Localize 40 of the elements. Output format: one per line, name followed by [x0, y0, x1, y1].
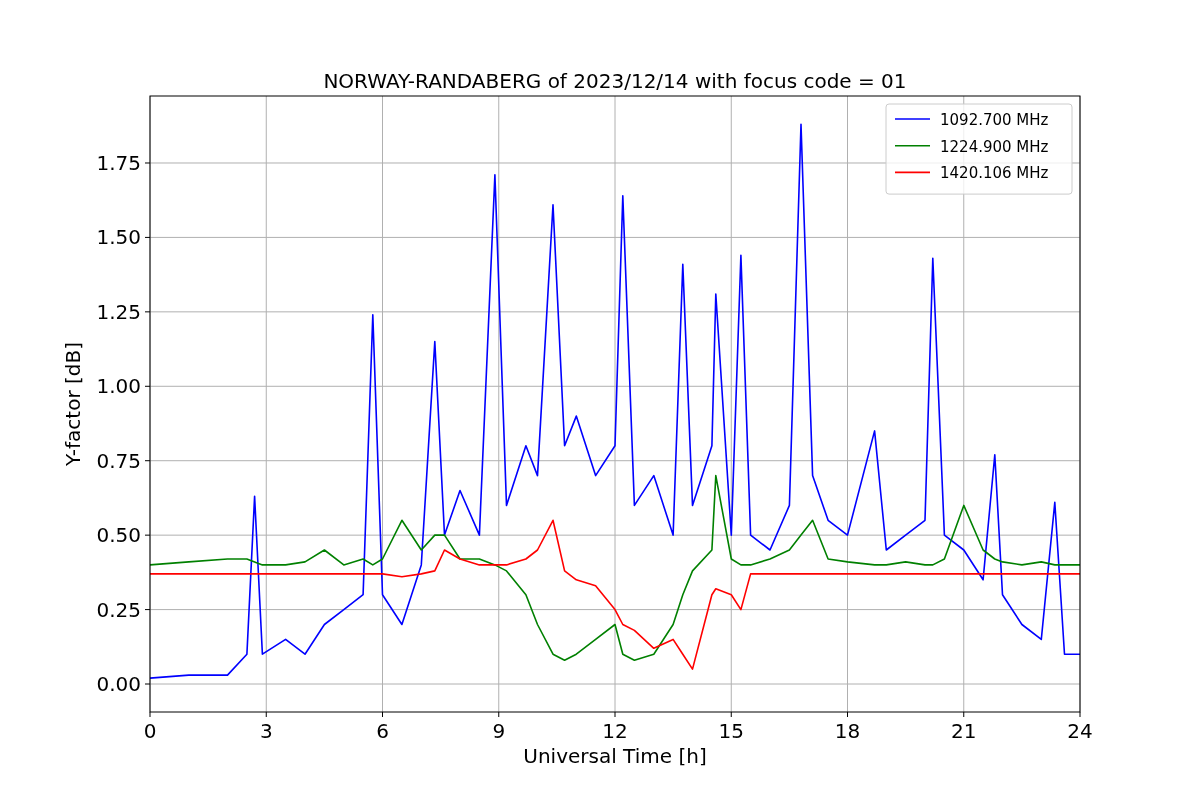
tick-label: 0 — [143, 719, 157, 743]
tick-label: 12 — [602, 719, 628, 743]
legend-label: 1092.700 MHz — [940, 111, 1049, 129]
tick-mark — [144, 162, 151, 164]
tick-mark — [144, 311, 151, 313]
tick-label: 0.25 — [96, 597, 141, 622]
tick-label: 15 — [718, 719, 744, 743]
y-axis-label: Y-factor [dB] — [61, 342, 85, 466]
tick-mark — [847, 711, 848, 718]
tick-mark — [963, 711, 965, 718]
tick-label: 1.75 — [96, 151, 141, 175]
tick-label: 1.25 — [96, 299, 141, 324]
chart-title: NORWAY-RANDABERG of 2023/12/14 with focus code = 01 — [323, 69, 907, 93]
tick-label: 3 — [259, 719, 273, 743]
tick-label: 24 — [1067, 719, 1093, 743]
tick-mark — [498, 711, 500, 718]
tick-label: 0.00 — [96, 672, 141, 696]
tick-mark — [144, 609, 151, 611]
tick-label: 21 — [951, 719, 977, 743]
legend-label: 1420.106 MHz — [940, 164, 1049, 183]
tick-label: 9 — [492, 719, 506, 743]
tick-mark — [144, 683, 151, 685]
tick-mark — [144, 236, 151, 238]
tick-mark — [149, 711, 151, 718]
tick-label: 1.50 — [96, 225, 141, 250]
tick-label: 6 — [376, 719, 389, 743]
tick-mark — [1079, 711, 1081, 718]
tick-mark — [144, 460, 151, 462]
tick-label: 1.00 — [96, 374, 141, 399]
legend-label: 1224.900 MHz — [940, 137, 1049, 156]
tick-mark — [730, 711, 732, 718]
tick-label: 0.50 — [96, 523, 141, 548]
tick-mark — [144, 385, 151, 387]
tick-mark — [382, 711, 383, 718]
x-axis-label: Universal Time [h] — [523, 744, 707, 768]
tick-label: 0.75 — [96, 448, 141, 473]
tick-mark — [614, 711, 616, 718]
tick-label: 18 — [834, 719, 861, 743]
tick-mark — [144, 534, 151, 536]
tick-mark — [265, 711, 267, 718]
